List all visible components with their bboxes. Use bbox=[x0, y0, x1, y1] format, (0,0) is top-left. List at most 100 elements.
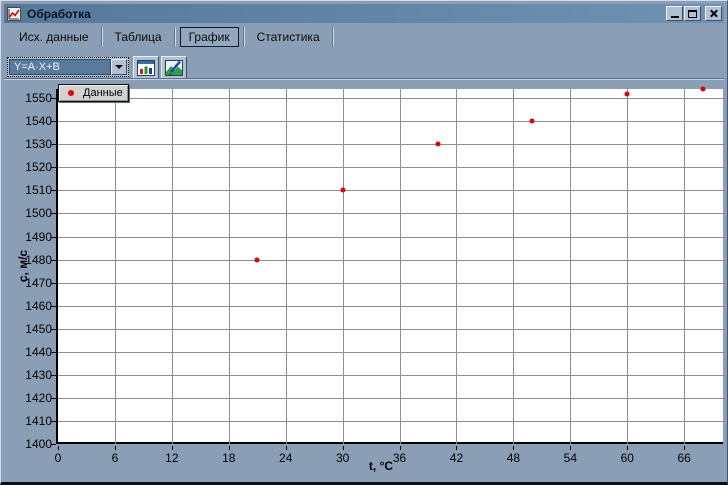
toolbar-divider bbox=[4, 78, 724, 80]
x-tick-mark bbox=[171, 446, 173, 450]
bar-chart-icon bbox=[137, 59, 155, 76]
x-tick-mark bbox=[285, 446, 287, 450]
data-point bbox=[435, 141, 441, 147]
y-tick-label: 1510 bbox=[25, 183, 52, 198]
formula-dropdown-button[interactable] bbox=[111, 59, 127, 75]
x-tick-label: 30 bbox=[335, 451, 350, 465]
data-point bbox=[340, 187, 346, 193]
x-tick-label: 36 bbox=[392, 451, 407, 465]
legend-label: Данные bbox=[83, 87, 123, 99]
gridline-v bbox=[570, 89, 572, 444]
x-tick-mark bbox=[513, 446, 515, 450]
gridline-h bbox=[58, 328, 725, 330]
formula-select[interactable]: Y=A·X+B bbox=[7, 57, 129, 77]
x-tick-label: 42 bbox=[449, 451, 464, 465]
tab-bar: Исх. данные Таблица График Статистика bbox=[4, 25, 724, 49]
gridline-h bbox=[58, 282, 725, 284]
chart-legend: Данные bbox=[58, 84, 129, 102]
x-tick-label: 54 bbox=[563, 451, 578, 465]
window-controls bbox=[665, 6, 722, 21]
data-point bbox=[529, 118, 535, 124]
gridline-v bbox=[513, 89, 515, 444]
x-tick-mark bbox=[342, 446, 344, 450]
y-tick-label: 1450 bbox=[25, 321, 52, 336]
x-tick-label: 24 bbox=[279, 451, 293, 465]
formula-select-value: Y=A·X+B bbox=[9, 59, 111, 75]
y-tick-label: 1490 bbox=[25, 229, 52, 244]
gridline-h bbox=[58, 236, 725, 238]
y-tick-label: 1480 bbox=[25, 252, 52, 267]
tab-graph[interactable]: График bbox=[179, 27, 239, 47]
tab-separator bbox=[100, 27, 103, 47]
gridline-v bbox=[171, 89, 173, 444]
x-tick-mark bbox=[399, 446, 401, 450]
chevron-down-icon bbox=[115, 65, 123, 69]
x-tick-label: 12 bbox=[165, 451, 179, 465]
app-icon bbox=[7, 6, 21, 21]
chart-panel: Данные t, °C c, м/с 0 6 12 18 24 30 36 42 48 54 60… bbox=[5, 83, 725, 480]
tab-separator bbox=[331, 27, 334, 47]
gridline-h bbox=[58, 98, 725, 100]
x-tick-label: 18 bbox=[222, 451, 236, 465]
minimize-icon bbox=[670, 16, 679, 18]
gridline-v bbox=[456, 89, 458, 444]
gridline-h bbox=[58, 420, 725, 422]
gridline-h bbox=[58, 144, 725, 146]
edit-image-icon bbox=[165, 59, 183, 76]
maximize-button[interactable] bbox=[684, 6, 701, 21]
minimize-button[interactable] bbox=[666, 6, 683, 21]
y-tick-label: 1520 bbox=[25, 160, 52, 175]
gridline-v bbox=[285, 89, 287, 444]
tab-separator bbox=[242, 27, 245, 47]
window-title: Обработка bbox=[27, 6, 91, 21]
x-tick-mark bbox=[228, 446, 230, 450]
title-bar[interactable]: Обработка bbox=[4, 4, 724, 23]
y-tick-label: 1550 bbox=[25, 91, 52, 106]
gridline-h bbox=[58, 305, 725, 307]
x-tick-mark bbox=[456, 446, 458, 450]
data-point bbox=[254, 257, 260, 263]
edit-chart-button[interactable] bbox=[161, 56, 187, 79]
y-tick-label: 1440 bbox=[25, 344, 52, 359]
gridline-v bbox=[228, 89, 230, 444]
gridline-v bbox=[342, 89, 344, 444]
data-point bbox=[624, 91, 630, 97]
gridline-h bbox=[58, 213, 725, 215]
y-tick-label: 1420 bbox=[25, 390, 52, 405]
gridline-h bbox=[58, 397, 725, 399]
x-tick-mark bbox=[58, 446, 59, 450]
x-tick-mark bbox=[114, 446, 116, 450]
plot-area[interactable] bbox=[56, 86, 725, 444]
gridline-h bbox=[58, 374, 725, 376]
maximize-icon bbox=[688, 9, 697, 18]
gridline-v bbox=[627, 89, 629, 444]
y-tick-label: 1460 bbox=[25, 298, 52, 313]
gridline-h bbox=[58, 351, 725, 353]
x-tick-label: 60 bbox=[620, 451, 634, 465]
x-tick-label: 48 bbox=[506, 451, 521, 465]
y-tick-label: 1430 bbox=[25, 367, 52, 382]
y-tick-label: 1500 bbox=[25, 206, 52, 221]
app-window: Обработка Исх. данные Таблица График Статис… bbox=[0, 0, 728, 485]
x-tick-label: 6 bbox=[111, 451, 119, 465]
x-tick-mark bbox=[570, 446, 572, 450]
tab-separator bbox=[173, 27, 176, 47]
gridline-v bbox=[399, 89, 401, 444]
series-marker-icon bbox=[68, 90, 74, 96]
y-tick-label: 1400 bbox=[25, 437, 52, 451]
chart-type-button[interactable] bbox=[133, 56, 159, 79]
gridline-h bbox=[58, 167, 725, 169]
x-tick-mark bbox=[627, 446, 629, 450]
gridline-v bbox=[114, 89, 116, 444]
tab-statistics[interactable]: Статистика bbox=[246, 27, 331, 47]
x-tick-label: 0 bbox=[54, 451, 62, 465]
gridline-h bbox=[58, 190, 725, 192]
data-point bbox=[700, 86, 706, 92]
tab-table[interactable]: Таблица bbox=[104, 27, 173, 47]
gridline-h bbox=[58, 121, 725, 123]
gridline-v bbox=[684, 89, 686, 444]
x-tick-mark bbox=[684, 446, 686, 450]
close-button[interactable] bbox=[705, 6, 722, 21]
tab-source-data[interactable]: Исх. данные bbox=[8, 27, 100, 47]
y-tick-label: 1470 bbox=[25, 275, 52, 290]
